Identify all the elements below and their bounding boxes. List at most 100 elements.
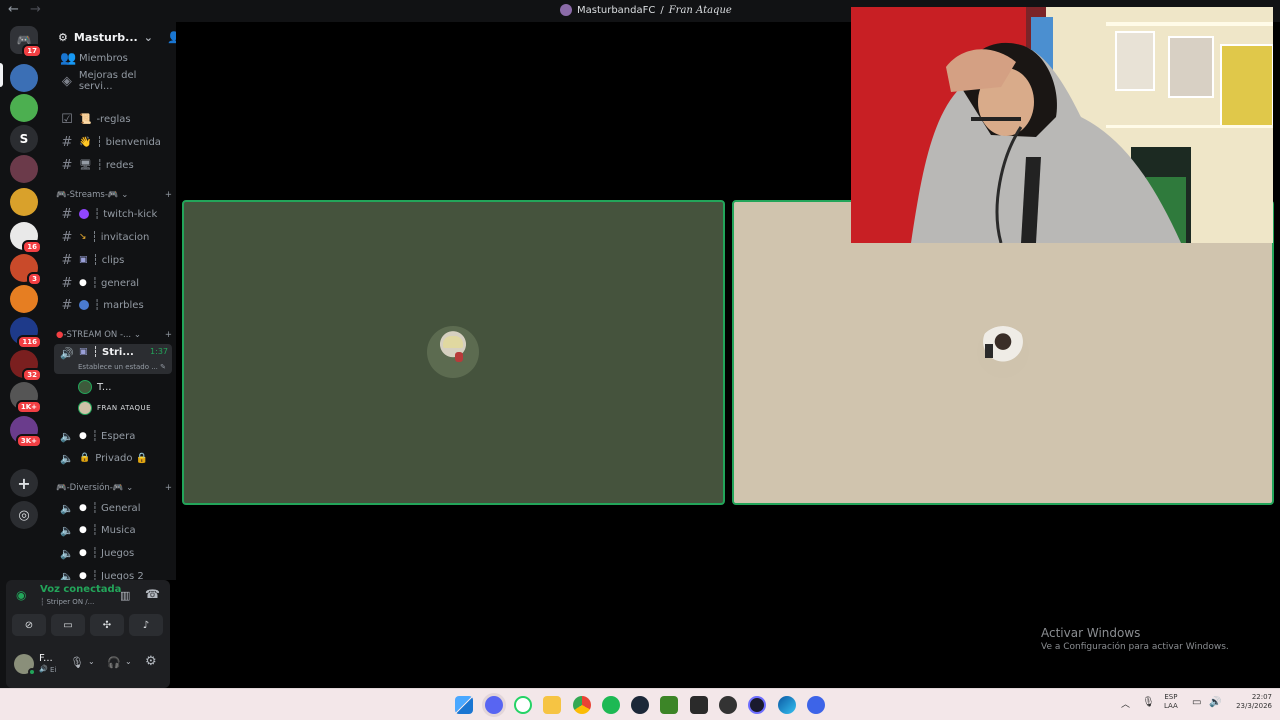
channel-general[interactable]: # ● ┆ general <box>54 273 172 293</box>
channel-label: ┆ Stri... <box>92 347 134 358</box>
channel-reglas[interactable]: ☑ 📜 -reglas <box>54 109 172 129</box>
voice-channel-juegos[interactable]: 🔈 ● ┆ Juegos <box>54 543 172 563</box>
network-icon[interactable]: ▭ <box>1192 697 1201 708</box>
channel-label: Privado 🔒 <box>95 452 149 464</box>
voice-channel-juegos-2[interactable]: 🔈 ● ┆ Juegos 2 <box>54 566 172 581</box>
start-icon[interactable] <box>455 696 473 714</box>
plus-icon[interactable]: + <box>10 469 38 497</box>
discord-icon[interactable] <box>485 696 503 714</box>
chevron-down-icon[interactable]: ⌄ <box>144 31 153 44</box>
video-tile-user-1[interactable] <box>182 200 725 505</box>
server-icon-7[interactable]: 16 <box>10 222 42 254</box>
browser-icon[interactable] <box>807 696 825 714</box>
voice-status[interactable]: Establece un estado ... ✎ <box>78 363 166 371</box>
voice-connected-title[interactable]: Voz conectada <box>40 584 121 595</box>
category-label: -Streams- <box>66 190 108 200</box>
obs-icon[interactable] <box>719 696 737 714</box>
app-icon[interactable] <box>748 696 766 714</box>
gear-badge-icon: ⚙ <box>58 30 68 44</box>
voice-user-1[interactable]: T... <box>72 377 172 397</box>
voice-channel-privado[interactable]: 🔈 🔒 Privado 🔒 <box>54 448 172 468</box>
channel-label: ┆ general <box>91 277 140 289</box>
channel-clips[interactable]: # ▣ ┆ clips <box>54 250 172 270</box>
edge-icon[interactable] <box>778 696 796 714</box>
gear-icon[interactable]: ⚙ <box>145 654 157 669</box>
category-stream-on[interactable]: ●-STREAM ON -... ⌄ + <box>56 328 172 342</box>
server-icon-11[interactable]: 32 <box>10 350 42 382</box>
server-icon-9[interactable] <box>10 285 38 313</box>
channel-marbles[interactable]: # ┆ marbles <box>54 295 172 315</box>
plus-icon[interactable]: + <box>165 190 172 200</box>
server-icon-10[interactable]: 116 <box>10 317 42 349</box>
microphone-icon[interactable]: 🎙 <box>1142 697 1155 708</box>
username[interactable]: F... <box>39 653 53 664</box>
category-diversion[interactable]: 🎮-Diversión-🎮 ⌄ + <box>56 481 172 495</box>
voice-user-2[interactable]: FRAN ATAQUE <box>72 398 172 418</box>
language-indicator[interactable]: ESP LAA <box>1164 693 1178 711</box>
server-icon-6[interactable] <box>10 188 38 216</box>
headphones-icon[interactable]: 🎧 <box>107 656 121 669</box>
clock[interactable]: 22:07 23/3/2026 <box>1226 693 1272 711</box>
file-explorer-icon[interactable] <box>543 696 561 714</box>
speech-bubble-icon: ● <box>79 548 87 558</box>
title-sep: / <box>660 4 664 16</box>
sidebar-item-boosts[interactable]: ◈ Mejoras del servi... <box>54 70 172 92</box>
voice-channel-general[interactable]: 🔈 ● ┆ General <box>54 498 172 518</box>
server-icon-8[interactable]: 3 <box>10 254 42 286</box>
microphone-icon[interactable]: 🎙 <box>70 656 84 669</box>
channel-label: ┆ redes <box>96 159 134 171</box>
voice-connected-channel[interactable]: ┆ Striper ON /... <box>40 598 94 606</box>
invite-icon[interactable]: 👤 <box>167 31 176 44</box>
channel-redes[interactable]: # 🖥 ┆ redes <box>54 155 172 175</box>
server-icon-2[interactable] <box>10 64 38 92</box>
chrome-icon[interactable] <box>573 696 591 714</box>
activities-icon[interactable]: ✣ <box>90 614 124 636</box>
members-icon: 👥 <box>60 50 77 66</box>
notification-badge: 116 <box>17 335 42 349</box>
spotify-icon[interactable] <box>602 696 620 714</box>
server-icon-4[interactable]: S <box>10 125 38 153</box>
globe-icon <box>79 300 89 310</box>
chevron-down-icon[interactable]: ⌄ <box>125 657 132 666</box>
server-icon-3[interactable] <box>10 94 38 122</box>
channel-bienvenida[interactable]: # 👋 ┆ bienvenida <box>54 132 172 152</box>
server-icon-13[interactable]: 3K+ <box>10 416 42 448</box>
video-tile-user-2[interactable] <box>732 200 1274 505</box>
category-streams[interactable]: 🎮-Streams-🎮 ⌄ + <box>56 188 172 202</box>
server-icon <box>560 4 572 16</box>
rules-icon: ☑ <box>61 111 73 127</box>
arrow-left-icon[interactable]: ← <box>8 2 19 17</box>
category-label: -STREAM ON -... <box>63 330 132 340</box>
speaker-icon: 🔊 <box>60 347 74 360</box>
hash-icon: # <box>61 229 73 245</box>
chevron-up-icon[interactable]: ︿ <box>1121 697 1130 710</box>
server-icon-5[interactable] <box>10 155 38 183</box>
arrow-right-icon[interactable]: → <box>30 2 41 17</box>
chevron-down-icon[interactable]: ⌄ <box>88 657 95 666</box>
noise-suppression-icon[interactable]: ▥ <box>120 589 130 602</box>
soundboard-icon[interactable]: ♪ <box>129 614 163 636</box>
link-icon: ↘ <box>79 232 87 242</box>
signal-icon[interactable]: ◉ <box>16 588 26 602</box>
screen-share-icon[interactable]: ▭ <box>51 614 85 636</box>
compass-icon[interactable]: ◎ <box>10 501 38 529</box>
disconnect-icon[interactable]: ☎ <box>145 587 160 601</box>
language-code: ESP <box>1164 693 1178 701</box>
speaker-icon: 🔈 <box>60 569 74 581</box>
voice-channel-espera[interactable]: 🔈 ● ┆ Espera <box>54 426 172 446</box>
plus-icon[interactable]: + <box>165 483 172 493</box>
camera-off-icon[interactable]: ⊘ <box>12 614 46 636</box>
whatsapp-icon[interactable] <box>514 696 532 714</box>
minecraft-icon[interactable] <box>660 696 678 714</box>
volume-icon[interactable]: 🔊 <box>1209 697 1221 708</box>
plus-icon[interactable]: + <box>165 330 172 340</box>
epic-games-icon[interactable] <box>690 696 708 714</box>
steam-icon[interactable] <box>631 696 649 714</box>
channel-invitacion[interactable]: # ↘ ┆ invitacion <box>54 227 172 247</box>
channel-twitch-kick[interactable]: # ┆ twitch-kick <box>54 204 172 224</box>
server-icon-1[interactable]: 🎮 17 <box>10 26 42 58</box>
sidebar-item-members[interactable]: 👥 Miembros <box>54 48 172 68</box>
hash-icon: # <box>61 297 73 313</box>
server-icon-12[interactable]: 1K+ <box>10 382 42 414</box>
voice-channel-musica[interactable]: 🔈 ● ┆ Musica <box>54 520 172 540</box>
